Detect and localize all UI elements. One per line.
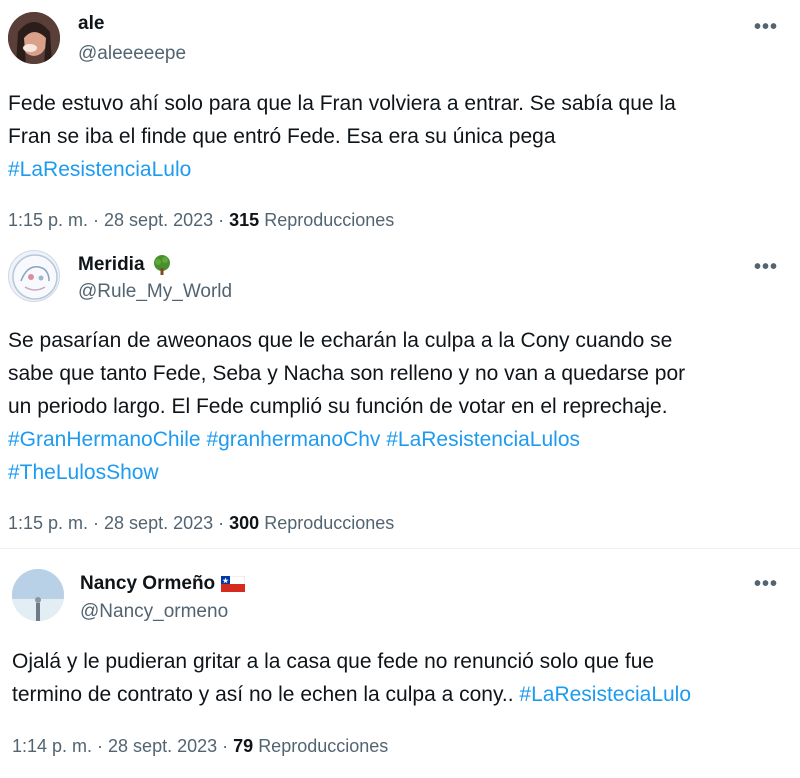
tweet-text-line: sabe que tanto Fede, Seba y Nacha son re…	[8, 362, 686, 385]
more-options-icon[interactable]: •••	[754, 17, 778, 37]
timestamp[interactable]: 1:15 p. m. · 28 sept. 2023 ·	[8, 210, 224, 230]
views-label: Reproducciones	[258, 736, 389, 756]
tweet-text: Ojalá y le pudieran gritar a la casa que…	[12, 645, 691, 711]
tweet-1[interactable]: ale @aleeeeepe ••• Fede estuvo ahí solo …	[0, 0, 800, 250]
hashtag-link[interactable]: #granhermanoChv	[206, 428, 380, 451]
display-name[interactable]: Meridia	[78, 254, 173, 276]
tweet-text-line: Fede estuvo ahí solo para que la Fran vo…	[8, 92, 676, 115]
user-handle[interactable]: @aleeeeepe	[78, 43, 186, 65]
display-name[interactable]: ale	[78, 13, 104, 35]
hashtag-line: #LaResistenciaLulo	[8, 153, 676, 186]
views-label: Reproducciones	[264, 513, 395, 533]
user-drawing-icon	[12, 254, 58, 300]
hashtag-link[interactable]: #LaResistenciaLulo	[8, 158, 191, 181]
tweet-text: Fede estuvo ahí solo para que la Fran vo…	[8, 87, 676, 186]
hashtag-line: #TheLulosShow	[8, 456, 685, 489]
tweet-2[interactable]: Meridia @Rule_My_World ••• Se pasarían d…	[0, 240, 800, 540]
views-count: 79	[233, 736, 254, 756]
tweet-3[interactable]: Nancy Ormeño @Nancy_ormeno ••• Ojalá y l…	[0, 555, 800, 778]
display-name[interactable]: Nancy Ormeño	[80, 573, 246, 595]
timestamp[interactable]: 1:14 p. m. · 28 sept. 2023 ·	[12, 736, 228, 756]
views-count: 300	[229, 513, 260, 533]
tweet-text-line: termino de contrato y así no le echen la…	[12, 683, 692, 706]
tweet-text-line: Fran se iba el finde que entró Fede. Esa…	[8, 125, 556, 148]
chile-flag-icon	[221, 576, 246, 592]
hashtag-link[interactable]: #TheLulosShow	[8, 461, 159, 484]
avatar[interactable]	[8, 12, 60, 64]
hashtag-link[interactable]: #LaResisteciaLulo	[519, 683, 691, 706]
tree-icon	[153, 255, 170, 275]
tweet-text-line: Se pasarían de aweonaos que le echarán l…	[8, 329, 673, 352]
tweet-text-line: un periodo largo. El Fede cumplió su fun…	[8, 395, 668, 418]
user-handle[interactable]: @Nancy_ormeno	[80, 601, 228, 623]
tweet-text-line: Ojalá y le pudieran gritar a la casa que…	[12, 650, 655, 673]
hashtag-line: #GranHermanoChile #granhermanoChv #LaRes…	[8, 423, 685, 456]
tweet-meta: 1:15 p. m. · 28 sept. 2023 · 315 Reprodu…	[8, 210, 394, 231]
hashtag-link[interactable]: #LaResistenciaLulos	[386, 428, 580, 451]
more-options-icon[interactable]: •••	[754, 257, 778, 277]
tweet-text: Se pasarían de aweonaos que le echarán l…	[8, 324, 685, 489]
views-count: 315	[229, 210, 260, 230]
timestamp[interactable]: 1:15 p. m. · 28 sept. 2023 ·	[8, 513, 224, 533]
user-photo-icon	[12, 569, 64, 621]
tweet-divider	[0, 548, 800, 549]
views-label: Reproducciones	[264, 210, 395, 230]
user-handle[interactable]: @Rule_My_World	[78, 281, 232, 303]
more-options-icon[interactable]: •••	[754, 574, 778, 594]
hashtag-link[interactable]: #GranHermanoChile	[8, 428, 201, 451]
avatar[interactable]	[12, 569, 64, 621]
user-photo-icon	[8, 12, 60, 64]
avatar[interactable]	[8, 250, 60, 302]
tweet-meta: 1:14 p. m. · 28 sept. 2023 · 79 Reproduc…	[12, 736, 388, 757]
tweet-meta: 1:15 p. m. · 28 sept. 2023 · 300 Reprodu…	[8, 513, 394, 534]
